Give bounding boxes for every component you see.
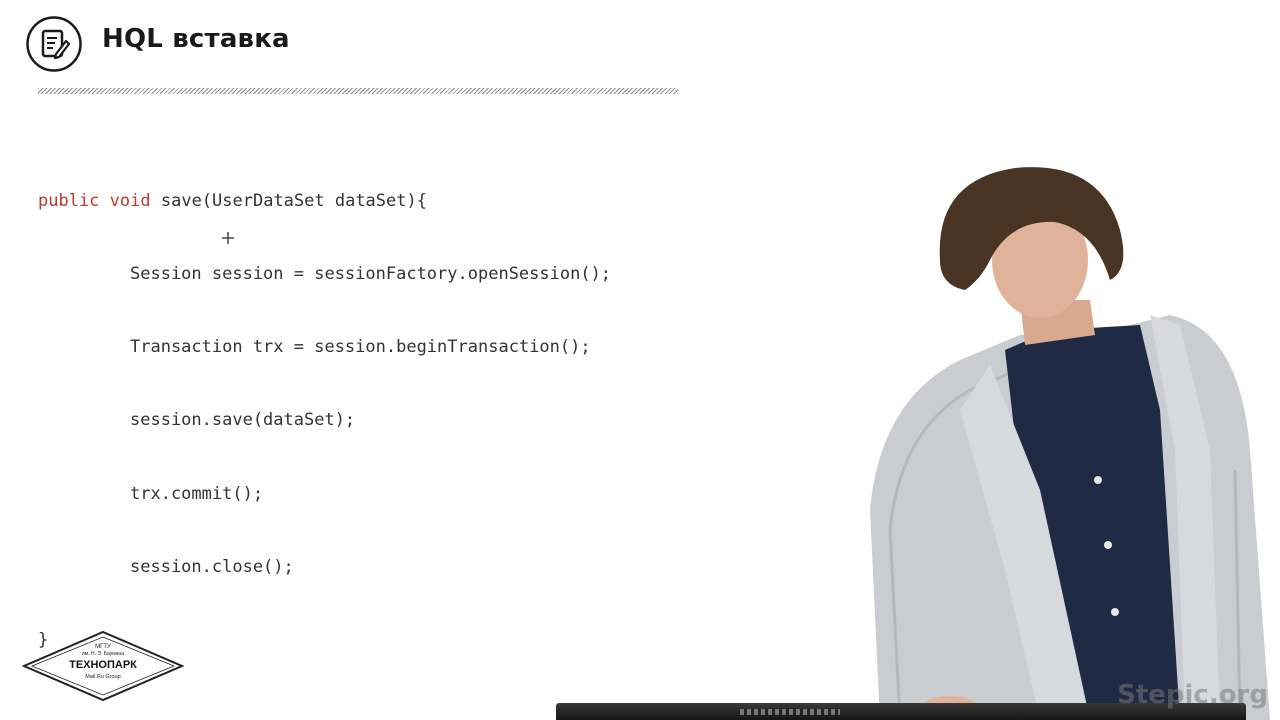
notepad-pencil-icon (26, 16, 82, 72)
code-line: session.save(dataSet); (130, 410, 356, 431)
presenter-video (840, 150, 1280, 720)
crosshair-cursor-icon (222, 232, 234, 244)
laptop-ports (740, 709, 840, 715)
title-divider (38, 88, 678, 94)
code-line: Transaction trx = session.beginTransacti… (130, 337, 591, 358)
code-line: trx.commit(); (130, 483, 264, 504)
code-line: Session session = sessionFactory.openSes… (130, 264, 612, 285)
code-line: public void save(UserDataSet dataSet){ (38, 189, 611, 213)
code-keyword: public (38, 190, 100, 211)
technopark-logo: МГТУ им. Н. Э. Баумана ТЕХНОПАРК Mail.Ru… (22, 630, 184, 702)
logo-text: МГТУ (95, 644, 111, 650)
logo-text: им. Н. Э. Баумана (82, 651, 124, 657)
code-text: save(UserDataSet dataSet){ (150, 190, 427, 211)
presenter-figure (870, 167, 1270, 720)
watermark: Stepic.org (1117, 680, 1268, 710)
code-line: session.close(); (130, 556, 294, 577)
slide-title: HQL вставка (102, 24, 290, 54)
code-keyword: void (109, 190, 151, 211)
logo-text: ТЕХНОПАРК (69, 659, 137, 671)
code-block: public void save(UserDataSet dataSet){ S… (38, 140, 611, 677)
logo-text: Mail.Ru Group (85, 674, 120, 680)
